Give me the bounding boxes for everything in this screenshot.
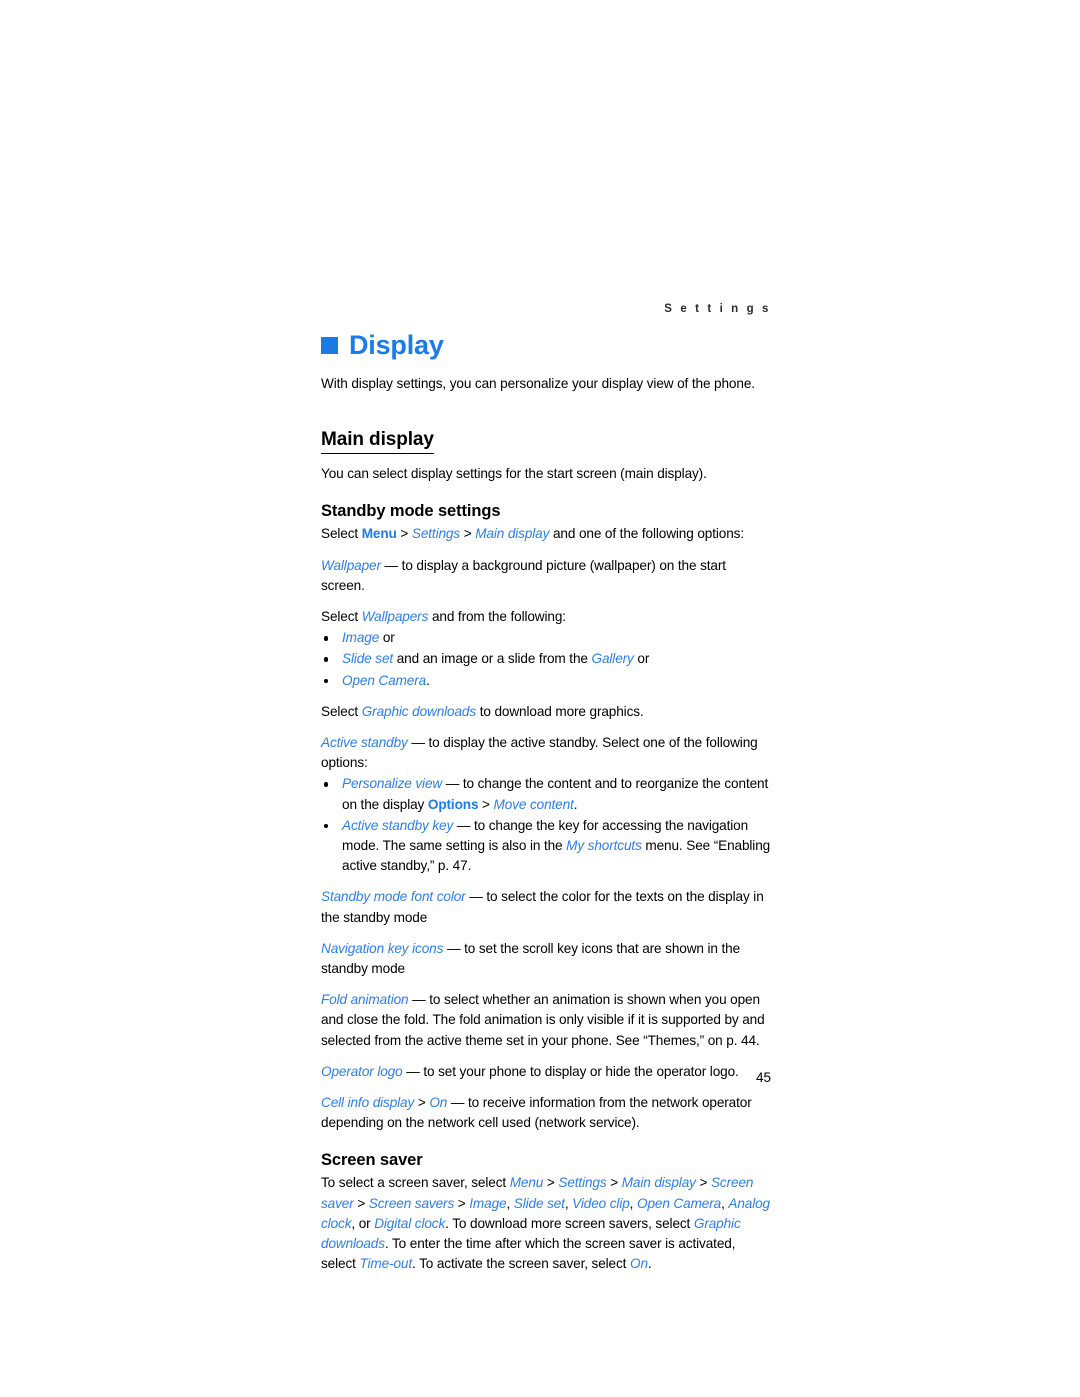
list-item: Active standby key — to change the key f… xyxy=(321,816,771,877)
item-suffix: . xyxy=(573,796,578,812)
path-separator: > xyxy=(478,796,494,812)
ui-fold-animation: Fold animation xyxy=(321,992,409,1008)
ui-time-out: Time-out xyxy=(359,1256,413,1272)
path-separator: > xyxy=(353,1195,369,1211)
path-separator: > xyxy=(543,1175,559,1191)
list-item: Slide set and an image or a slide from t… xyxy=(321,649,771,669)
ui-gallery: Gallery xyxy=(591,651,634,667)
chapter-square-bullet-icon xyxy=(321,336,338,354)
page-content: S e t t i n g s Display With display set… xyxy=(321,300,771,1276)
ui-wallpaper: Wallpaper xyxy=(321,557,381,573)
ui-image: Image xyxy=(469,1195,507,1211)
main-display-intro-paragraph: You can select display settings for the … xyxy=(321,466,707,482)
ui-slide-set: Slide set xyxy=(342,651,394,667)
item-suffix: . xyxy=(426,672,430,688)
standby-select-path-paragraph: Select Menu > Settings > Main display an… xyxy=(321,524,771,544)
ui-move-content: Move content xyxy=(493,796,574,812)
ui-open-camera: Open Camera xyxy=(342,672,427,688)
paragraph-middle: . To activate the screen saver, select xyxy=(412,1256,630,1272)
select-suffix: and from the following: xyxy=(428,609,566,625)
ui-menu: Menu xyxy=(361,526,397,542)
screen-saver-heading: Screen saver xyxy=(321,1151,423,1170)
ui-digital-clock: Digital clock xyxy=(374,1215,446,1231)
comma-or: , or xyxy=(351,1215,375,1231)
bullet-dot-icon xyxy=(324,823,329,829)
chapter-title: Display xyxy=(349,330,444,360)
standby-mode-settings-heading: Standby mode settings xyxy=(321,502,501,521)
ui-on: On xyxy=(630,1256,648,1272)
bullet-dot-icon xyxy=(324,678,329,684)
path-separator: > xyxy=(396,526,412,542)
ui-open-camera: Open Camera xyxy=(637,1195,722,1211)
wallpaper-paragraph: Wallpaper — to display a background pict… xyxy=(321,556,771,596)
ui-screen-savers: Screen savers xyxy=(368,1195,455,1211)
ui-wallpapers: Wallpapers xyxy=(361,609,429,625)
path-separator: > xyxy=(454,1195,470,1211)
select-label: Select xyxy=(321,703,362,719)
main-display-heading: Main display xyxy=(321,428,434,455)
ui-main-display: Main display xyxy=(475,526,550,542)
list-item: Personalize view — to change the content… xyxy=(321,774,771,814)
ui-navigation-key-icons: Navigation key icons xyxy=(321,940,444,956)
ui-settings: Settings xyxy=(411,526,461,542)
screen-saver-paragraph: To select a screen saver, select Menu > … xyxy=(321,1173,771,1274)
wallpaper-options-list: Image or Slide set and an image or a sli… xyxy=(321,628,771,691)
document-page: S e t t i n g s Display With display set… xyxy=(0,0,1080,1397)
ui-active-standby-key: Active standby key xyxy=(342,817,454,833)
bullet-dot-icon xyxy=(324,657,329,662)
fold-animation-paragraph: Fold animation — to select whether an an… xyxy=(321,990,771,1051)
select-label: Select xyxy=(321,526,362,542)
ui-standby-mode-font-color: Standby mode font color xyxy=(321,889,466,905)
ui-slide-set: Slide set xyxy=(513,1195,565,1211)
ui-active-standby: Active standby xyxy=(321,735,408,751)
path-separator: > xyxy=(606,1175,622,1191)
paragraph-middle: . To download more screen savers, select xyxy=(445,1215,694,1231)
main-display-heading-wrap: Main display xyxy=(321,410,771,458)
select-suffix: to download more graphics. xyxy=(476,703,644,719)
page-number: 45 xyxy=(755,1070,771,1085)
item-suffix: or xyxy=(633,651,650,667)
ui-on: On xyxy=(429,1095,448,1111)
bullet-dot-icon xyxy=(324,636,329,641)
ui-main-display: Main display xyxy=(621,1175,696,1191)
standby-font-color-paragraph: Standby mode font color — to select the … xyxy=(321,887,771,927)
path-separator: > xyxy=(414,1095,430,1111)
paragraph-prefix: To select a screen saver, select xyxy=(321,1175,510,1191)
running-header: S e t t i n g s xyxy=(664,303,771,315)
select-label: Select xyxy=(321,609,362,625)
active-standby-options-list: Personalize view — to change the content… xyxy=(321,774,771,876)
paragraph-end: . xyxy=(647,1256,652,1272)
ui-menu: Menu xyxy=(509,1175,544,1191)
ui-video-clip: Video clip xyxy=(572,1195,630,1211)
ui-cell-info-display: Cell info display xyxy=(321,1095,415,1111)
list-item: Image or xyxy=(321,628,771,648)
graphic-downloads-paragraph: Select Graphic downloads to download mor… xyxy=(321,702,771,722)
chapter-intro-paragraph: With display settings, you can personali… xyxy=(321,376,755,391)
path-separator: > xyxy=(460,526,476,542)
item-suffix: or xyxy=(379,630,395,646)
comma: , xyxy=(629,1195,637,1211)
cell-info-display-paragraph: Cell info display > On — to receive info… xyxy=(321,1093,771,1133)
navigation-key-icons-paragraph: Navigation key icons — to set the scroll… xyxy=(321,939,771,979)
item-middle: and an image or a slide from the xyxy=(393,651,592,667)
ui-options: Options xyxy=(427,796,479,812)
comma: , xyxy=(506,1195,514,1211)
path-separator: > xyxy=(695,1175,711,1191)
ui-graphic-downloads: Graphic downloads xyxy=(361,703,477,719)
chapter-heading: Display xyxy=(321,328,771,362)
ui-settings: Settings xyxy=(558,1175,607,1191)
select-suffix: and one of the following options: xyxy=(549,526,744,542)
list-item: Open Camera. xyxy=(321,671,771,691)
select-wallpapers-paragraph: Select Wallpapers and from the following… xyxy=(321,607,771,627)
active-standby-paragraph: Active standby — to display the active s… xyxy=(321,733,771,773)
wallpaper-description: — to display a background picture (wallp… xyxy=(321,557,726,593)
ui-my-shortcuts: My shortcuts xyxy=(566,838,642,854)
ui-image: Image xyxy=(342,630,380,646)
bullet-dot-icon xyxy=(324,782,329,787)
ui-personalize-view: Personalize view xyxy=(342,776,443,792)
